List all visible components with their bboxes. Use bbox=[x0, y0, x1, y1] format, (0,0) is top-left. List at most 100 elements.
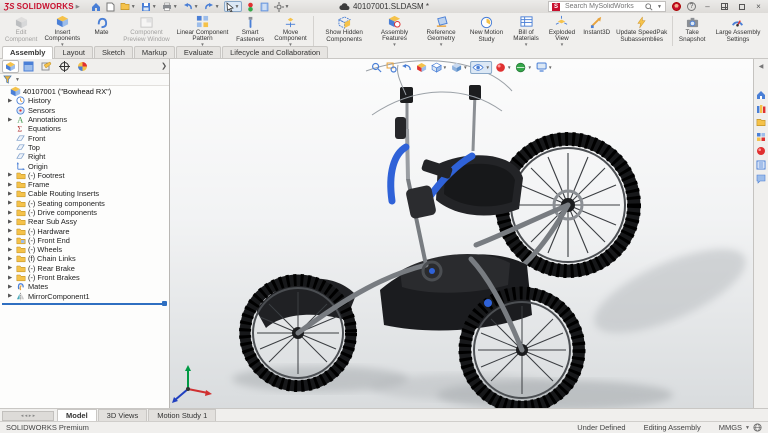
tree-item-drive-components[interactable]: ▶ (-) Drive components bbox=[0, 208, 169, 217]
search-scope-caret-icon[interactable]: ▼ bbox=[657, 4, 662, 10]
tree-item-f-chain-links[interactable]: ▶ (f) Chain Links bbox=[0, 254, 169, 263]
dropdown-caret-icon[interactable]: ▼ bbox=[152, 4, 157, 10]
ribbon-button-mate[interactable]: Mate bbox=[84, 14, 118, 48]
rebuild-button[interactable] bbox=[245, 1, 256, 12]
tree-item-origin[interactable]: Origin bbox=[0, 161, 169, 170]
tree-item-mirrorcomponent1[interactable]: ▶ MirrorComponent1 bbox=[0, 292, 169, 301]
dropdown-caret-icon[interactable]: ▼ bbox=[486, 65, 490, 70]
search-box[interactable]: S ▼ bbox=[548, 1, 666, 12]
tab-lifecycle-and-collaboration[interactable]: Lifecycle and Collaboration bbox=[222, 46, 328, 58]
tree-item-rear-sub-assy[interactable]: ▶ Rear Sub Assy bbox=[0, 217, 169, 226]
rollback-bar[interactable] bbox=[2, 303, 165, 305]
tree-item-annotations[interactable]: ▶ A Annotations bbox=[0, 115, 169, 124]
dropdown-caret-icon[interactable]: ▼ bbox=[507, 65, 511, 70]
expand-arrow-icon[interactable]: ▶ bbox=[8, 200, 15, 206]
ribbon-button-exploded-view[interactable]: Exploded View▼ bbox=[544, 14, 579, 48]
ribbon-button-reference-geometry[interactable]: Reference Geometry▼ bbox=[417, 14, 465, 48]
expand-arrow-icon[interactable]: ▶ bbox=[8, 117, 15, 123]
dropdown-caret-icon[interactable]: ▼ bbox=[443, 65, 447, 70]
hide-show-items-button[interactable]: ▼ bbox=[471, 61, 492, 74]
tree-filter-row[interactable]: ▼ bbox=[0, 74, 169, 86]
tree-item-footrest[interactable]: ▶ (-) Footrest bbox=[0, 171, 169, 180]
expand-arrow-icon[interactable]: ▶ bbox=[8, 265, 15, 271]
layout-grid-button[interactable] bbox=[719, 2, 730, 11]
ribbon-button-insert-components[interactable]: Insert Components▼ bbox=[40, 14, 84, 48]
search-icon[interactable] bbox=[645, 3, 653, 11]
edit-appearance-button[interactable]: ▼ bbox=[494, 61, 512, 74]
display-style-button[interactable]: ▼ bbox=[450, 61, 468, 74]
ribbon-button-new-motion-study[interactable]: New Motion Study bbox=[465, 14, 508, 48]
expand-arrow-icon[interactable]: ▶ bbox=[8, 210, 15, 216]
units-caret-icon[interactable]: ▼ bbox=[745, 425, 750, 431]
dropdown-caret-icon[interactable]: ▼ bbox=[560, 43, 564, 47]
dropdown-caret-icon[interactable]: ▼ bbox=[194, 4, 199, 10]
filter-funnel-icon[interactable] bbox=[3, 75, 12, 84]
help-button[interactable]: ? bbox=[687, 2, 696, 11]
panel-tab-configurationmanager[interactable] bbox=[38, 60, 55, 73]
tab-scroll-buttons[interactable]: ◂ ◂ ▸ ▸ bbox=[2, 411, 54, 421]
view-orientation-button[interactable]: ▼ bbox=[430, 61, 448, 74]
dropdown-caret-icon[interactable]: ▼ bbox=[173, 4, 178, 10]
dropdown-caret-icon[interactable]: ▼ bbox=[524, 43, 528, 47]
dropdown-caret-icon[interactable]: ▼ bbox=[527, 65, 531, 70]
status-units-selector[interactable]: MMGS ▼ bbox=[719, 423, 762, 432]
file-properties-button[interactable] bbox=[259, 1, 270, 12]
apply-scene-button[interactable]: ▼ bbox=[514, 61, 532, 74]
previous-view-button[interactable] bbox=[400, 61, 413, 74]
new-document-button[interactable] bbox=[105, 1, 116, 12]
tree-item-hardware[interactable]: ▶ (-) Hardware bbox=[0, 226, 169, 235]
expand-arrow-icon[interactable]: ▶ bbox=[8, 191, 15, 197]
ribbon-button-assembly-features[interactable]: Assembly Features▼ bbox=[372, 14, 417, 48]
tree-item-front-end[interactable]: ▶ (-) Front End bbox=[0, 236, 169, 245]
expand-arrow-icon[interactable]: ▶ bbox=[8, 182, 15, 188]
dropdown-caret-icon[interactable]: ▼ bbox=[392, 43, 396, 47]
expand-arrow-icon[interactable]: ▶ bbox=[8, 256, 15, 262]
solidworks-resources-button[interactable] bbox=[755, 88, 768, 101]
ribbon-button-take-snapshot[interactable]: Take Snapshot bbox=[674, 14, 710, 48]
close-button[interactable]: × bbox=[753, 2, 764, 11]
panel-tab-propertymanager[interactable] bbox=[20, 60, 37, 73]
zoom-to-fit-button[interactable] bbox=[370, 61, 383, 74]
tree-root-assembly[interactable]: 40107001 ("Bowhead RX") bbox=[0, 87, 169, 96]
task-pane-expand-icon[interactable]: ◀ bbox=[759, 63, 764, 70]
select-button[interactable]: ▼ bbox=[224, 1, 242, 12]
tab-evaluate[interactable]: Evaluate bbox=[176, 46, 221, 58]
tree-item-wheels[interactable]: ▶ (-) Wheels bbox=[0, 245, 169, 254]
panel-overflow-icon[interactable]: ❯ bbox=[161, 62, 167, 70]
user-avatar[interactable] bbox=[672, 2, 681, 11]
tab-assembly[interactable]: Assembly bbox=[2, 46, 53, 59]
ribbon-button-linear-component-pattern[interactable]: Linear Component Pattern▼ bbox=[174, 14, 230, 48]
expand-arrow-icon[interactable]: ▶ bbox=[8, 172, 15, 178]
panel-tab-displaymanager[interactable] bbox=[74, 60, 91, 73]
tree-item-sensors[interactable]: Sensors bbox=[0, 106, 169, 115]
search-input[interactable] bbox=[563, 2, 642, 11]
redo-button[interactable]: ▼ bbox=[203, 1, 221, 12]
expand-arrow-icon[interactable]: ▶ bbox=[8, 219, 15, 225]
tree-item-rear-brake[interactable]: ▶ (-) Rear Brake bbox=[0, 264, 169, 273]
minimize-button[interactable]: – bbox=[702, 2, 713, 11]
tree-item-equations[interactable]: Σ Equations bbox=[0, 124, 169, 133]
expand-arrow-icon[interactable]: ▶ bbox=[8, 284, 15, 290]
tag-globe-icon[interactable] bbox=[753, 423, 762, 432]
tree-item-top[interactable]: Top bbox=[0, 143, 169, 152]
dropdown-caret-icon[interactable]: ▼ bbox=[439, 43, 443, 47]
design-library-button[interactable] bbox=[755, 102, 768, 115]
save-button[interactable]: ▼ bbox=[140, 1, 158, 12]
ribbon-button-smart-fasteners[interactable]: Smart Fasteners bbox=[230, 14, 269, 48]
ribbon-button-move-component[interactable]: Move Component▼ bbox=[270, 14, 312, 48]
tree-item-right[interactable]: Right bbox=[0, 152, 169, 161]
assembly-model-render[interactable] bbox=[170, 59, 752, 408]
bottom-tab-model[interactable]: Model bbox=[57, 409, 97, 421]
options-button[interactable]: ▼ bbox=[273, 1, 291, 12]
custom-properties-button[interactable] bbox=[755, 158, 768, 171]
dropdown-caret-icon[interactable]: ▼ bbox=[131, 4, 136, 10]
appearances-scenes-button[interactable] bbox=[755, 144, 768, 157]
tree-item-front-brakes[interactable]: ▶ (-) Front Brakes bbox=[0, 273, 169, 282]
file-explorer-button[interactable] bbox=[755, 116, 768, 129]
zoom-to-area-button[interactable] bbox=[385, 61, 398, 74]
tree-item-frame[interactable]: ▶ Frame bbox=[0, 180, 169, 189]
tree-item-history[interactable]: ▶ History bbox=[0, 96, 169, 105]
restore-button[interactable] bbox=[736, 2, 747, 11]
solidworks-forum-button[interactable] bbox=[755, 172, 768, 185]
tree-item-seating-components[interactable]: ▶ (-) Seating components bbox=[0, 199, 169, 208]
